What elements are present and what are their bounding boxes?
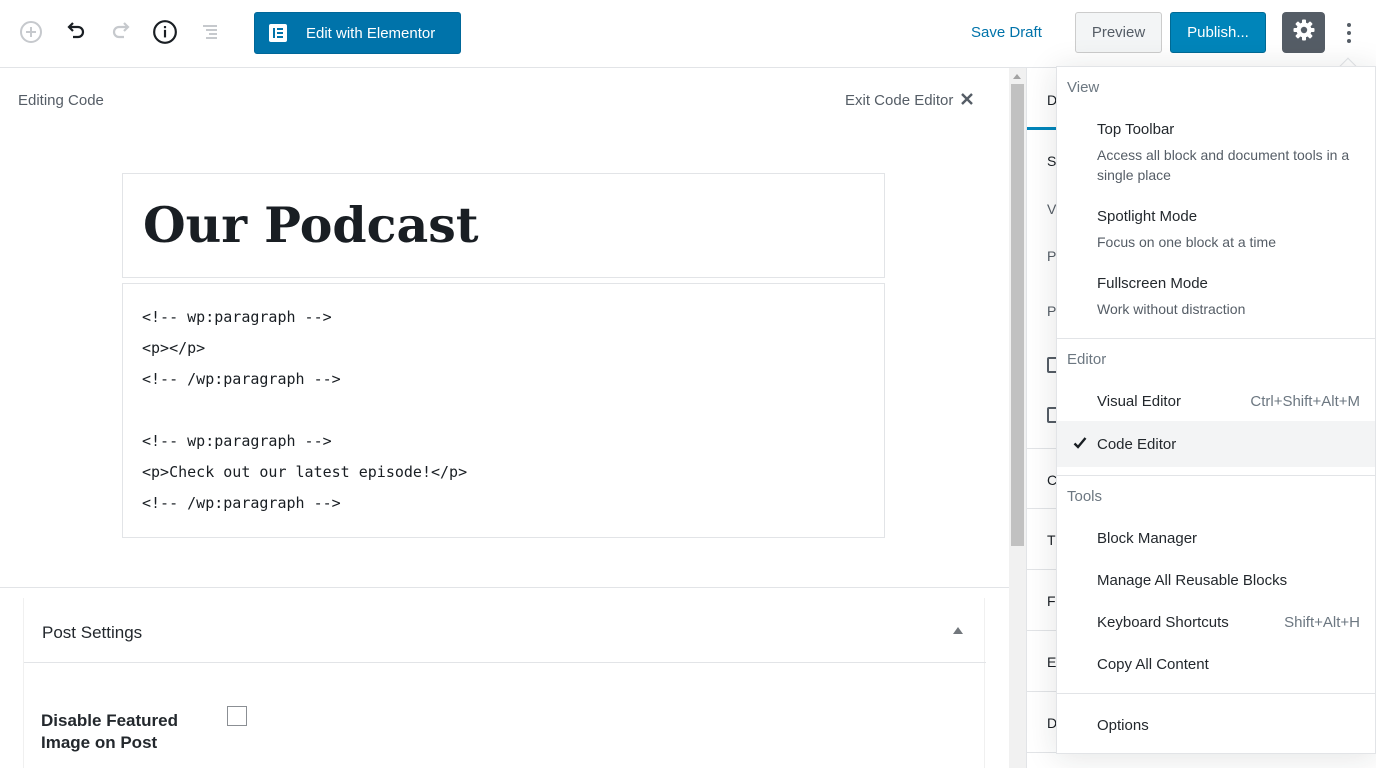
menu-item-label: Top Toolbar — [1097, 121, 1175, 138]
code-textarea[interactable]: <!-- wp:paragraph --> <p></p> <!-- /wp:p… — [122, 283, 885, 538]
elementor-icon — [269, 24, 287, 42]
menu-item-options[interactable]: Options — [1097, 717, 1149, 734]
menu-item-description: Work without distraction — [1097, 301, 1246, 317]
code-line: <!-- /wp:paragraph --> — [142, 370, 341, 388]
menu-item-block-manager[interactable]: Block Manager — [1097, 530, 1197, 547]
disable-featured-image-checkbox[interactable] — [227, 706, 247, 726]
code-line: <!-- wp:paragraph --> — [142, 432, 332, 450]
menu-item-reusable-blocks[interactable]: Manage All Reusable Blocks — [1097, 572, 1287, 589]
code-line: <p></p> — [142, 339, 206, 357]
elementor-button-label: Edit with Elementor — [306, 24, 436, 42]
divider — [1057, 693, 1375, 694]
sidebar-text-fragment: P — [1047, 248, 1057, 264]
editor-scrollbar[interactable] — [1009, 68, 1026, 768]
add-block-icon[interactable] — [15, 16, 47, 48]
preview-button[interactable]: Preview — [1075, 12, 1162, 53]
exit-code-editor-button[interactable]: Exit Code Editor — [845, 92, 974, 109]
editor-header: Edit with Elementor Save Draft Preview P… — [0, 0, 1376, 68]
menu-group-tools-label: Tools — [1067, 488, 1103, 505]
divider — [0, 587, 1009, 588]
sidebar-panel-label[interactable]: F — [1047, 593, 1056, 609]
menu-item-shortcut: Shift+Alt+H — [1284, 614, 1360, 631]
menu-item-label: Spotlight Mode — [1097, 208, 1198, 225]
more-menu-icon — [1347, 23, 1351, 43]
more-menu-button[interactable] — [1335, 16, 1363, 50]
publish-button[interactable]: Publish... — [1170, 12, 1266, 53]
sidebar-text-fragment: V — [1047, 201, 1057, 217]
code-line: <p>Check out our latest episode!</p> — [142, 463, 468, 481]
settings-toggle-button[interactable] — [1282, 12, 1325, 53]
undo-icon[interactable] — [60, 16, 92, 48]
menu-item-label: Fullscreen Mode — [1097, 275, 1208, 292]
post-settings-panel: Post Settings Disable Featured Image on … — [23, 598, 986, 768]
divider — [1057, 475, 1375, 476]
exit-code-editor-label: Exit Code Editor — [845, 92, 954, 109]
redo-icon[interactable] — [105, 16, 137, 48]
menu-item-description: Access all block and document tools in a… — [1097, 147, 1350, 183]
menu-item-label: Code Editor — [1097, 436, 1177, 453]
divider — [1057, 338, 1375, 339]
post-title-field[interactable]: Our Podcast — [122, 173, 885, 278]
scrollbar-thumb[interactable] — [1011, 84, 1024, 546]
sidebar-panel-label[interactable]: E — [1047, 654, 1056, 670]
post-settings-title: Post Settings — [42, 623, 143, 642]
menu-group-view-label: View — [1067, 79, 1100, 96]
menu-item-copy-all-content[interactable]: Copy All Content — [1097, 656, 1209, 673]
post-title: Our Podcast — [143, 196, 479, 254]
checkmark-icon — [1073, 436, 1087, 455]
menu-group-editor-label: Editor — [1067, 351, 1107, 368]
close-icon — [961, 92, 974, 109]
code-line: <!-- wp:paragraph --> — [142, 308, 332, 326]
more-menu-dropdown: View Top Toolbar Access all block and do… — [1056, 66, 1376, 754]
disable-featured-image-label: Disable Featured Image on Post — [41, 711, 178, 752]
scroll-up-arrow-icon[interactable] — [1013, 74, 1021, 79]
editing-code-label: Editing Code — [18, 92, 104, 109]
gear-icon — [1292, 18, 1316, 47]
menu-item-description: Focus on one block at a time — [1097, 234, 1276, 250]
edit-with-elementor-button[interactable]: Edit with Elementor — [254, 12, 461, 54]
post-settings-header[interactable]: Post Settings — [24, 598, 986, 663]
sidebar-tab-document[interactable]: D — [1027, 68, 1057, 130]
sidebar-text-fragment: S — [1047, 153, 1057, 169]
block-navigation-icon[interactable] — [194, 16, 226, 48]
info-icon[interactable] — [149, 16, 181, 48]
menu-item-label: Keyboard Shortcuts — [1097, 614, 1229, 631]
collapse-arrow-icon[interactable] — [953, 627, 963, 634]
sidebar-text-fragment: P — [1047, 303, 1057, 319]
sidebar-panel-label[interactable]: T — [1047, 532, 1056, 548]
menu-item-label: Visual Editor — [1097, 393, 1181, 410]
save-draft-button[interactable]: Save Draft — [971, 24, 1042, 41]
code-line: <!-- /wp:paragraph --> — [142, 494, 341, 512]
code-editor-area: Editing Code Exit Code Editor Our Podcas… — [0, 68, 1009, 768]
menu-item-shortcut: Ctrl+Shift+Alt+M — [1250, 393, 1360, 410]
